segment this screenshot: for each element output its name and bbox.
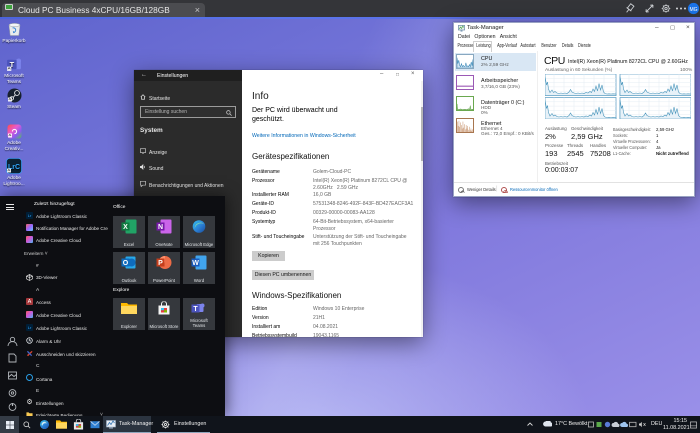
svg-text:X: X	[123, 224, 128, 231]
svg-text:O: O	[123, 260, 129, 267]
svg-text:MG: MG	[689, 7, 697, 13]
svg-text:P: P	[158, 260, 163, 267]
svg-text:N: N	[158, 224, 163, 231]
svg-text:W: W	[192, 260, 199, 267]
svg-text:T: T	[193, 306, 198, 313]
